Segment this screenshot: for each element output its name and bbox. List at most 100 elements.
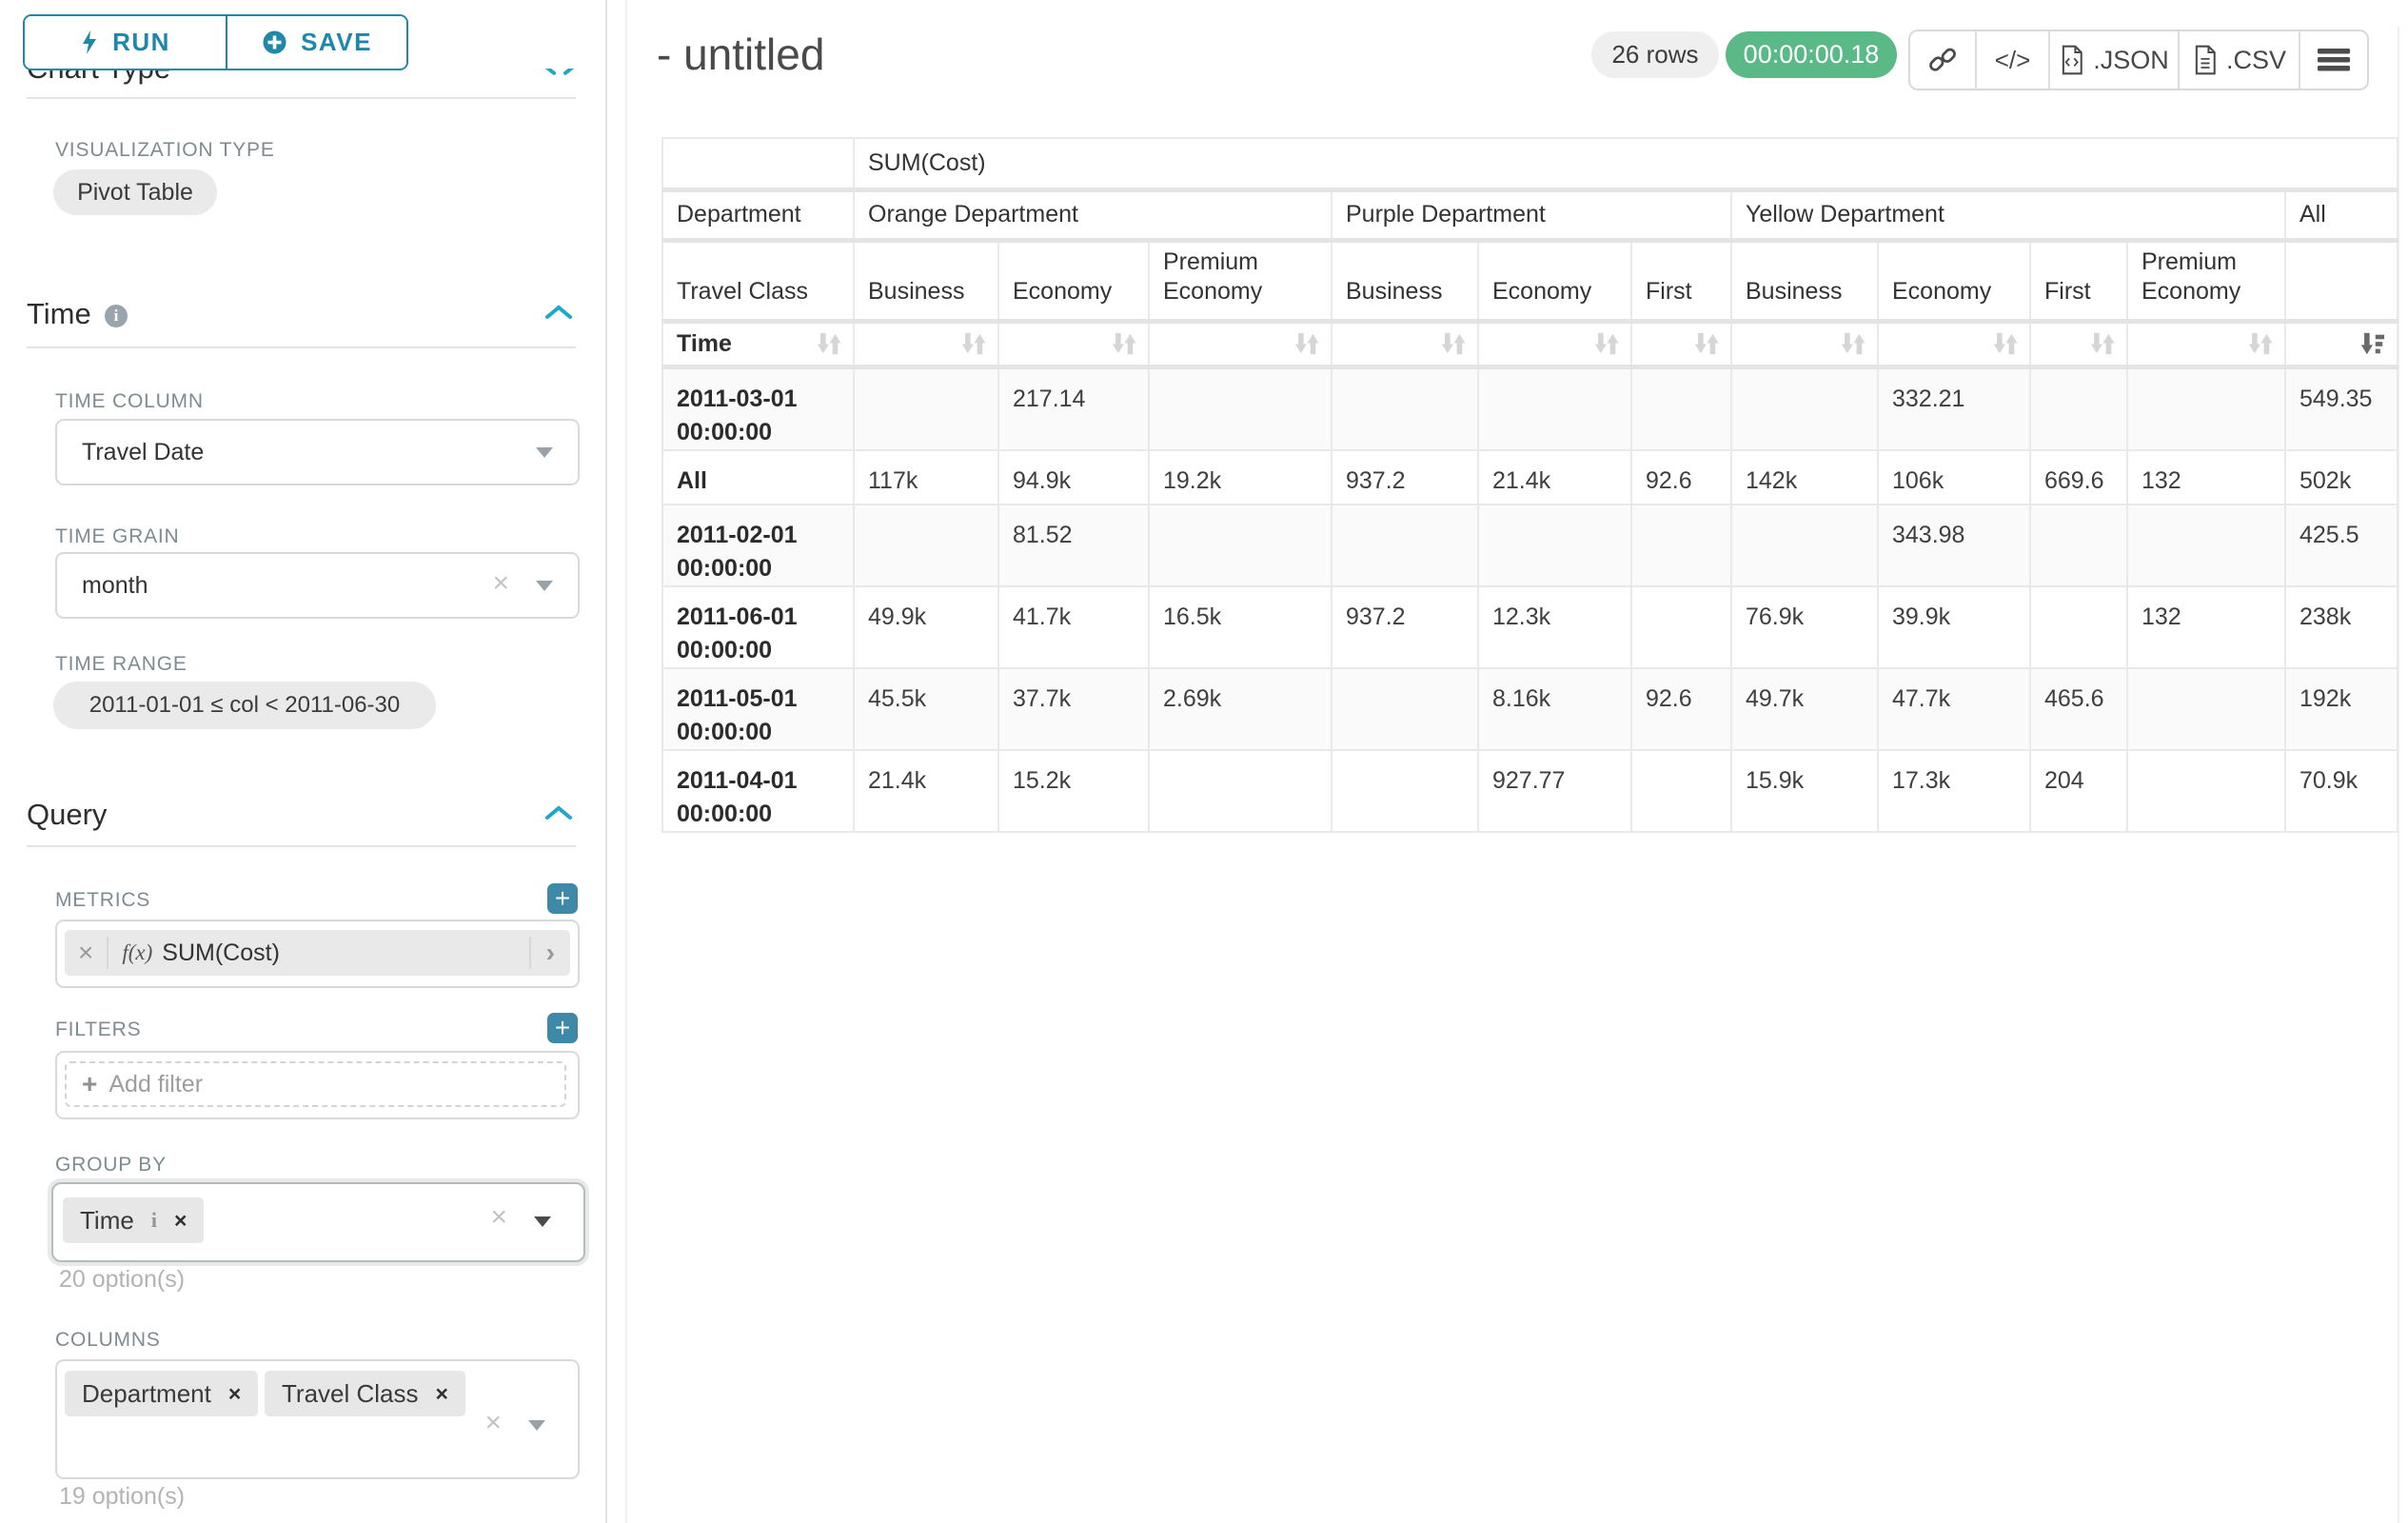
pivot-cell: 21.4k <box>854 750 998 832</box>
pivot-sort-header-active[interactable] <box>2285 321 2398 366</box>
group-by-tag[interactable]: Time i × <box>63 1197 204 1243</box>
chevron-down-icon[interactable] <box>534 1216 551 1227</box>
add-metric-button[interactable]: + <box>547 883 578 914</box>
sort-icon[interactable] <box>2088 330 2115 357</box>
remove-tag-icon[interactable]: × <box>174 1208 187 1234</box>
pivot-cell: 39.9k <box>1878 586 2030 668</box>
pivot-cell: 117k <box>854 450 998 504</box>
pivot-time-sort-header[interactable]: Time <box>662 321 854 366</box>
viz-type-pill[interactable]: Pivot Table <box>53 169 217 215</box>
pivot-row-label: 2011-04-01 00:00:00 <box>662 750 854 832</box>
group-by-select[interactable]: Time i × × <box>51 1182 585 1262</box>
pivot-data-row: All 117k 94.9k 19.2k 937.2 21.4k 92.6 14… <box>662 450 2398 504</box>
metric-pill[interactable]: × f(x) SUM(Cost) › <box>65 930 570 976</box>
pivot-sort-header[interactable] <box>2127 321 2285 366</box>
column-info-icon: i <box>151 1208 157 1233</box>
export-json-button[interactable]: .JSON <box>2048 31 2178 89</box>
query-timer-badge: 00:00:00.18 <box>1726 31 1897 78</box>
pivot-cell: 92.6 <box>1631 668 1731 750</box>
pivot-sort-header[interactable] <box>2030 321 2127 366</box>
chart-menu-button[interactable] <box>2299 31 2367 89</box>
sort-icon[interactable] <box>1839 330 1865 357</box>
pivot-cell: 238k <box>2285 586 2398 668</box>
pivot-sort-header[interactable] <box>1878 321 2030 366</box>
pivot-cell <box>1149 366 1332 450</box>
sort-icon[interactable] <box>1991 330 2018 357</box>
chevron-up-icon[interactable] <box>543 803 575 822</box>
time-section-title: Time <box>27 297 91 331</box>
columns-tag[interactable]: Department × <box>65 1371 258 1416</box>
add-filter-dropzone[interactable]: + Add filter <box>65 1061 566 1107</box>
pivot-sort-header[interactable] <box>998 321 1149 366</box>
clear-icon[interactable]: × <box>490 1203 507 1232</box>
pivot-class-header: Economy <box>1478 240 1631 321</box>
file-icon <box>2192 45 2219 75</box>
pivot-cell <box>1478 366 1631 450</box>
metrics-label: METRICS <box>55 889 150 912</box>
pivot-sort-header[interactable] <box>1731 321 1878 366</box>
columns-tag-label: Travel Class <box>282 1379 419 1409</box>
clear-icon[interactable]: × <box>484 1409 502 1437</box>
pivot-cell: 425.5 <box>2285 504 2398 586</box>
remove-tag-icon[interactable]: × <box>436 1381 448 1407</box>
remove-metric-icon[interactable]: × <box>65 938 107 968</box>
plus-icon: + <box>67 1069 109 1099</box>
run-button[interactable]: RUN <box>25 16 226 69</box>
expand-metric-icon[interactable]: › <box>531 938 570 968</box>
chart-actions-toolbar: </> .JSON .CSV <box>1908 30 2369 90</box>
sort-icon[interactable] <box>815 330 841 357</box>
time-grain-select[interactable]: month × <box>55 552 580 619</box>
embed-code-button[interactable]: </> <box>1975 31 2048 89</box>
pivot-sort-header[interactable] <box>1631 321 1731 366</box>
pivot-cell <box>2127 750 2285 832</box>
pivot-cell: 106k <box>1878 450 2030 504</box>
remove-tag-icon[interactable]: × <box>228 1381 241 1407</box>
pivot-sort-header[interactable] <box>1332 321 1478 366</box>
clear-icon[interactable]: × <box>492 569 509 598</box>
pivot-sort-header[interactable] <box>1478 321 1631 366</box>
group-by-tag-label: Time <box>80 1206 134 1236</box>
pivot-cell: 465.6 <box>2030 668 2127 750</box>
time-grain-label: TIME GRAIN <box>55 525 180 548</box>
pivot-sort-header[interactable] <box>1149 321 1332 366</box>
sort-icon[interactable] <box>1110 330 1136 357</box>
sort-icon[interactable] <box>1692 330 1719 357</box>
superset-explore-view: Chart Type RUN SAVE VISUALIZA <box>0 0 2408 1523</box>
time-column-select[interactable]: Travel Date <box>55 419 580 485</box>
time-column-value: Travel Date <box>57 439 204 466</box>
panel-divider[interactable] <box>605 0 607 1523</box>
save-button[interactable]: SAVE <box>226 16 406 69</box>
chevron-up-icon[interactable] <box>543 303 575 322</box>
sort-icon[interactable] <box>1293 330 1319 357</box>
pivot-class-header: Premium Economy <box>2127 240 2285 321</box>
time-range-pill[interactable]: 2011-01-01 ≤ col < 2011-06-30 <box>53 682 436 729</box>
pivot-cell <box>1631 586 1731 668</box>
function-icon: f(x) <box>122 940 152 965</box>
chevron-down-icon[interactable] <box>528 1420 545 1431</box>
share-link-button[interactable] <box>1910 31 1975 89</box>
pivot-cell: 70.9k <box>2285 750 2398 832</box>
sort-desc-icon[interactable] <box>2359 330 2385 357</box>
columns-select[interactable]: Department × Travel Class × × <box>55 1359 580 1479</box>
row-count-badge: 26 rows <box>1591 31 1719 78</box>
pivot-cell: 45.5k <box>854 668 998 750</box>
sort-icon[interactable] <box>1592 330 1619 357</box>
hamburger-icon <box>2318 48 2350 72</box>
pivot-class-header: Business <box>1332 240 1478 321</box>
panel-gutter-line <box>625 0 627 1523</box>
pivot-cell <box>1478 504 1631 586</box>
pivot-cell: 47.7k <box>1878 668 2030 750</box>
columns-tag[interactable]: Travel Class × <box>265 1371 465 1416</box>
export-csv-button[interactable]: .CSV <box>2178 31 2299 89</box>
plus-circle-icon <box>262 30 287 55</box>
pivot-data-row: 2011-02-01 00:00:00 81.52 343.98 425.5 <box>662 504 2398 586</box>
pivot-sort-header[interactable] <box>854 321 998 366</box>
add-filter-plus-button[interactable]: + <box>547 1013 578 1043</box>
pivot-cell: 204 <box>2030 750 2127 832</box>
sort-icon[interactable] <box>959 330 986 357</box>
chart-title[interactable]: - untitled <box>657 29 824 80</box>
sort-icon[interactable] <box>1439 330 1466 357</box>
sort-icon[interactable] <box>2246 330 2273 357</box>
control-panel: Chart Type RUN SAVE VISUALIZA <box>0 0 609 1523</box>
pivot-cell <box>1731 504 1878 586</box>
